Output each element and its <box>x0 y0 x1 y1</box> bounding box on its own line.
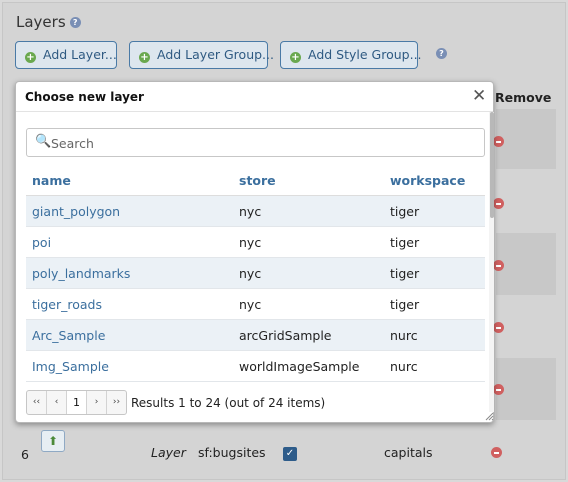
column-header-store[interactable]: store <box>239 173 276 188</box>
workspace-cell: tiger <box>390 297 420 312</box>
choose-layer-dialog: Choose new layer ✕ 🔍 Search name store w… <box>15 81 494 423</box>
store-cell: nyc <box>239 235 262 250</box>
add-layer-group-button[interactable]: + Add Layer Group... <box>129 41 274 69</box>
table-header: name store workspace <box>26 165 485 196</box>
first-page-button[interactable]: ‹‹ <box>27 391 47 414</box>
add-style-group-label: Add Style Group... <box>308 47 422 62</box>
divider <box>16 111 493 112</box>
workspace-cell: tiger <box>390 266 420 281</box>
table-row-background <box>496 109 556 169</box>
add-icon: + <box>290 52 301 63</box>
layer-style: capitals <box>384 445 433 460</box>
move-up-icon[interactable]: ⬆ <box>41 430 65 452</box>
add-layer-group-label: Add Layer Group... <box>157 47 274 62</box>
table-row[interactable]: poly_landmarks nyc tiger <box>26 258 485 289</box>
remove-icon[interactable] <box>493 384 504 395</box>
store-cell: nyc <box>239 266 262 281</box>
help-icon[interactable]: ? <box>69 17 81 28</box>
workspace-cell: nurc <box>390 328 418 343</box>
row-index: 6 <box>21 447 29 462</box>
remove-icon[interactable] <box>493 136 504 147</box>
default-style-checkbox[interactable]: ✓ <box>283 447 297 461</box>
table-row[interactable]: poi nyc tiger <box>26 227 485 258</box>
store-cell: nyc <box>239 204 262 219</box>
layer-name-link[interactable]: Img_Sample <box>32 359 109 374</box>
add-icon: + <box>25 52 36 63</box>
search-input[interactable]: 🔍 Search <box>26 128 485 157</box>
current-page[interactable]: 1 <box>67 391 87 414</box>
results-count: Results 1 to 24 (out of 24 items) <box>131 396 326 410</box>
workspace-cell: tiger <box>390 204 420 219</box>
layer-type: Layer <box>151 445 186 460</box>
table-row-background <box>496 233 556 295</box>
layer-name: sf:bugsites <box>198 445 266 460</box>
table-row: 6 ⬆ Layer sf:bugsites ✓ capitals <box>3 423 567 479</box>
table-row[interactable]: Arc_Sample arcGridSample nurc <box>26 320 485 351</box>
add-layer-label: Add Layer... <box>43 47 117 62</box>
dialog-title: Choose new layer <box>25 90 144 104</box>
table-row[interactable]: tiger_roads nyc tiger <box>26 289 485 320</box>
add-style-group-button[interactable]: + Add Style Group... <box>280 41 422 69</box>
remove-icon[interactable] <box>493 260 504 271</box>
layer-name-link[interactable]: poly_landmarks <box>32 266 130 281</box>
help-icon[interactable]: ? <box>436 48 447 59</box>
table-row[interactable]: giant_polygon nyc tiger <box>26 196 485 227</box>
table-row-background <box>496 358 556 420</box>
workspace-cell: nurc <box>390 359 418 374</box>
page-title: Layers? <box>16 13 81 31</box>
page-title-text: Layers <box>16 13 66 31</box>
remove-icon[interactable] <box>493 322 504 333</box>
layer-name-link[interactable]: tiger_roads <box>32 297 102 312</box>
search-placeholder: Search <box>51 136 94 151</box>
table-row[interactable]: Img_Sample worldImageSample nurc <box>26 351 485 382</box>
search-icon: 🔍 <box>35 134 52 149</box>
store-cell: arcGridSample <box>239 328 332 343</box>
remove-icon[interactable] <box>491 447 502 458</box>
workspace-cell: tiger <box>390 235 420 250</box>
pagination: ‹‹ ‹ 1 › ›› <box>26 390 127 415</box>
close-icon[interactable]: ✕ <box>472 86 486 106</box>
layer-name-link[interactable]: Arc_Sample <box>32 328 105 343</box>
store-cell: nyc <box>239 297 262 312</box>
store-cell: worldImageSample <box>239 359 360 374</box>
remove-column-header: Remove <box>495 90 552 105</box>
prev-page-button[interactable]: ‹ <box>47 391 67 414</box>
remove-icon[interactable] <box>493 198 504 209</box>
layer-name-link[interactable]: poi <box>32 235 51 250</box>
column-header-workspace[interactable]: workspace <box>390 173 465 188</box>
layers-table: name store workspace giant_polygon nyc t… <box>26 165 485 382</box>
add-layer-button[interactable]: + Add Layer... <box>15 41 117 69</box>
last-page-button[interactable]: ›› <box>107 391 126 414</box>
column-header-name[interactable]: name <box>32 173 71 188</box>
layer-name-link[interactable]: giant_polygon <box>32 204 120 219</box>
scrollbar-thumb[interactable] <box>490 112 494 218</box>
add-icon: + <box>139 52 150 63</box>
next-page-button[interactable]: › <box>87 391 107 414</box>
resize-grip-icon[interactable] <box>484 411 494 421</box>
